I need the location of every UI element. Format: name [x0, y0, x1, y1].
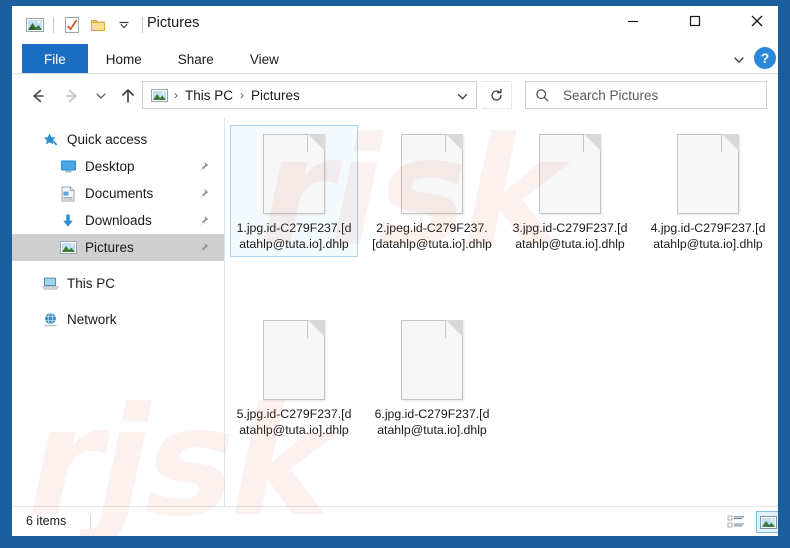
navigation-bar: › This PC › Pictures Search Pictures — [12, 76, 778, 116]
pin-icon[interactable] — [196, 160, 210, 174]
properties-checkmark-icon[interactable] — [59, 12, 85, 38]
address-bar[interactable]: › This PC › Pictures — [142, 81, 477, 109]
sidebar-item-documents[interactable]: Documents — [12, 180, 224, 207]
sidebar-label: Network — [67, 312, 117, 327]
sidebar-label: This PC — [67, 276, 116, 291]
ribbon-divider — [12, 73, 778, 74]
tab-share[interactable]: Share — [160, 44, 232, 74]
sidebar-label: Quick access — [67, 132, 148, 147]
pictures-icon — [58, 239, 78, 257]
search-icon — [535, 88, 553, 103]
breadcrumb-pictures[interactable]: Pictures — [249, 88, 302, 103]
tab-home[interactable]: Home — [88, 44, 160, 74]
documents-icon — [58, 185, 78, 203]
new-folder-icon[interactable] — [85, 12, 111, 38]
help-button[interactable]: ? — [754, 47, 776, 69]
large-icons-view-button[interactable] — [756, 511, 778, 533]
recent-locations-icon[interactable] — [90, 82, 112, 110]
pin-icon[interactable] — [196, 214, 210, 228]
file-icon — [263, 134, 325, 214]
sidebar-item-quick-access[interactable]: Quick access — [12, 126, 224, 153]
file-item[interactable]: 6.jpg.id-C279F237.[datahlp@tuta.io].dhlp — [368, 311, 496, 443]
file-name: 4.jpg.id-C279F237.[datahlp@tuta.io].dhlp — [650, 221, 766, 251]
back-button[interactable] — [24, 82, 52, 110]
file-item[interactable]: 2.jpeg.id-C279F237.[datahlp@tuta.io].dhl… — [368, 125, 496, 257]
details-view-button[interactable] — [724, 511, 748, 533]
toolbar-separator-2 — [142, 17, 143, 33]
sidebar-item-downloads[interactable]: Downloads — [12, 207, 224, 234]
refresh-button[interactable] — [482, 81, 512, 109]
file-icon — [539, 134, 601, 214]
downloads-icon — [58, 212, 78, 230]
chevron-down-icon[interactable] — [728, 49, 750, 71]
file-item[interactable]: 3.jpg.id-C279F237.[datahlp@tuta.io].dhlp — [506, 125, 634, 257]
tab-view[interactable]: View — [232, 44, 297, 74]
window-title: Pictures — [147, 15, 200, 31]
file-icon — [401, 134, 463, 214]
toolbar-separator-1 — [53, 17, 54, 33]
explorer-window: risk rjsk — [12, 6, 778, 536]
file-icon — [677, 134, 739, 214]
up-button[interactable] — [114, 82, 142, 110]
file-item[interactable]: 1.jpg.id-C279F237.[datahlp@tuta.io].dhlp — [230, 125, 358, 257]
tab-file[interactable]: File — [22, 44, 88, 74]
forward-button[interactable] — [58, 82, 86, 110]
file-name: 6.jpg.id-C279F237.[datahlp@tuta.io].dhlp — [374, 407, 490, 437]
address-dropdown-icon[interactable] — [452, 86, 472, 106]
customize-chevron-icon[interactable] — [111, 12, 137, 38]
title-bar: Pictures — [12, 6, 778, 44]
this-pc-icon — [40, 275, 60, 293]
file-name: 5.jpg.id-C279F237.[datahlp@tuta.io].dhlp — [236, 407, 352, 437]
sidebar-item-this-pc[interactable]: This PC — [12, 270, 224, 297]
breadcrumb-sep-0: › — [174, 88, 178, 102]
sidebar-gap-1 — [12, 261, 224, 270]
maximize-button[interactable] — [672, 6, 718, 36]
search-input[interactable]: Search Pictures — [525, 81, 767, 109]
breadcrumb-sep-1: › — [240, 88, 245, 102]
status-bar: 6 items — [12, 506, 778, 536]
sidebar-gap-2 — [12, 297, 224, 306]
content-area: Quick access Desktop Documents Downloads… — [12, 118, 778, 506]
file-name: 3.jpg.id-C279F237.[datahlp@tuta.io].dhlp — [512, 221, 628, 251]
desktop-icon — [58, 158, 78, 176]
network-icon — [40, 311, 60, 329]
sidebar-label: Documents — [85, 186, 154, 201]
file-item[interactable]: 5.jpg.id-C279F237.[datahlp@tuta.io].dhlp — [230, 311, 358, 443]
pictures-folder-icon — [151, 87, 169, 103]
window-frame: risk rjsk — [0, 0, 790, 548]
pictures-icon[interactable] — [22, 12, 48, 38]
sidebar-item-network[interactable]: Network — [12, 306, 224, 333]
close-button[interactable] — [734, 6, 778, 36]
file-icon — [263, 320, 325, 400]
file-name: 1.jpg.id-C279F237.[datahlp@tuta.io].dhlp — [236, 221, 352, 251]
sidebar-label: Desktop — [85, 159, 135, 174]
sidebar-label: Downloads — [85, 213, 152, 228]
ribbon-tab-list: File Home Share View — [22, 44, 297, 74]
minimize-button[interactable] — [610, 6, 656, 36]
pin-icon[interactable] — [196, 187, 210, 201]
quick-access-toolbar — [22, 12, 148, 38]
file-icon — [401, 320, 463, 400]
sidebar-label: Pictures — [85, 240, 134, 255]
status-separator — [90, 515, 91, 529]
breadcrumb-this-pc[interactable]: This PC — [183, 88, 235, 103]
ribbon-tabbar: File Home Share View ? — [12, 44, 778, 74]
file-list[interactable]: 1.jpg.id-C279F237.[datahlp@tuta.io].dhlp… — [225, 118, 778, 506]
search-placeholder: Search Pictures — [563, 87, 659, 103]
navigation-pane: Quick access Desktop Documents Downloads… — [12, 118, 224, 506]
sidebar-item-pictures[interactable]: Pictures — [12, 234, 224, 261]
star-pin-icon — [40, 131, 60, 149]
sidebar-item-desktop[interactable]: Desktop — [12, 153, 224, 180]
pin-icon[interactable] — [196, 241, 210, 255]
item-count-label: 6 items — [26, 514, 67, 528]
file-item[interactable]: 4.jpg.id-C279F237.[datahlp@tuta.io].dhlp — [644, 125, 772, 257]
file-name: 2.jpeg.id-C279F237.[datahlp@tuta.io].dhl… — [372, 221, 492, 251]
